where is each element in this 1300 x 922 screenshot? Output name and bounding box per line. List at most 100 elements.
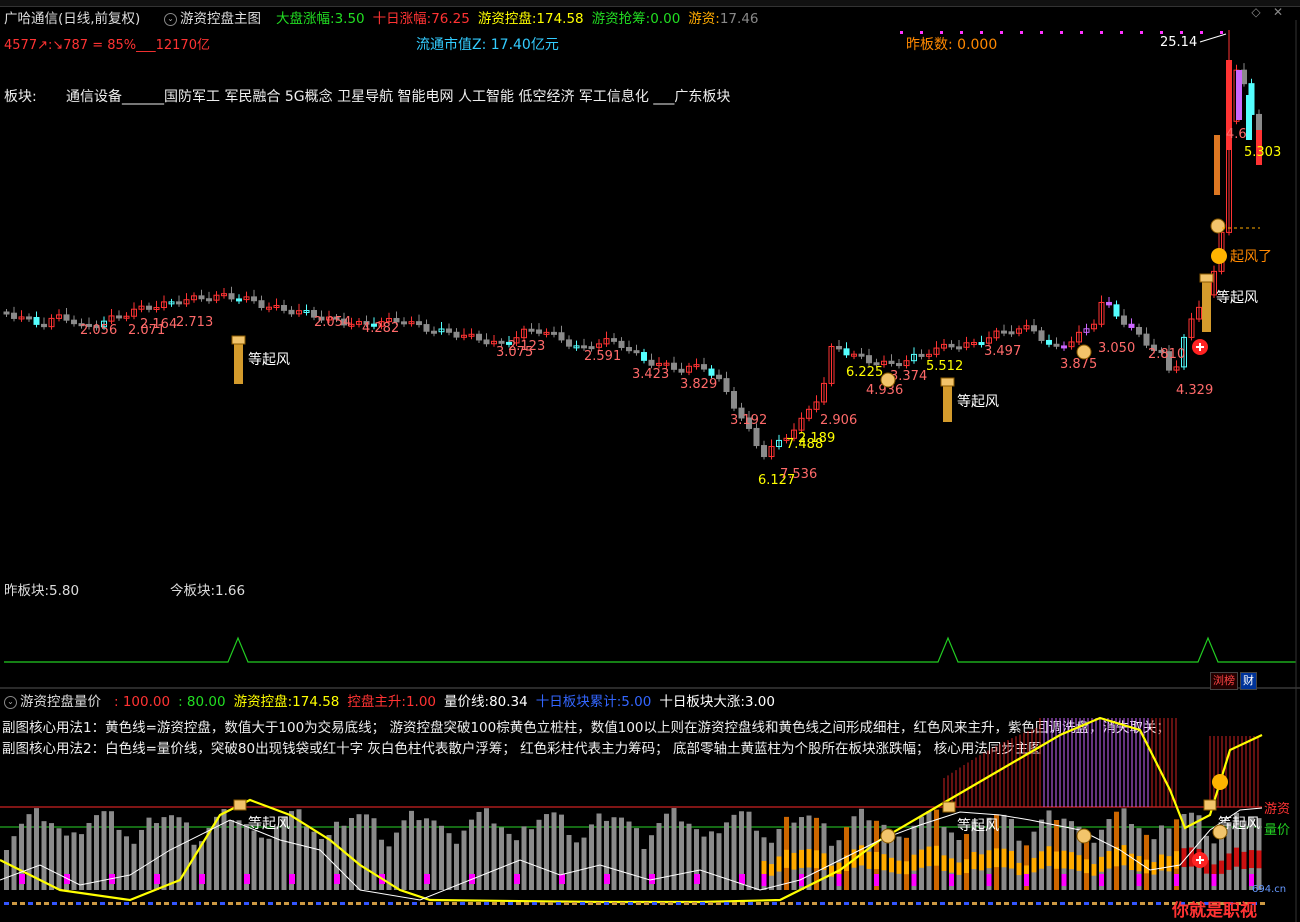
magenta-bar <box>949 874 954 886</box>
main-force-bar <box>1166 856 1172 872</box>
candle-body <box>236 298 242 302</box>
sector-axis-bar <box>20 902 25 905</box>
candle-body <box>626 347 632 352</box>
volume-bar <box>506 833 512 890</box>
sector-axis-bar <box>724 902 729 905</box>
main-force-bar <box>1054 851 1059 869</box>
main-force-bar <box>1001 848 1007 868</box>
volume-bar <box>521 826 527 890</box>
wait-wind-label: 等起风 <box>957 393 999 410</box>
sector-axis-bar <box>996 902 1001 905</box>
volume-bar <box>86 822 92 890</box>
yz-legend: 游资 <box>1264 802 1291 817</box>
sector-axis-bar <box>388 902 393 905</box>
magenta-bar <box>761 874 767 886</box>
candle-body <box>206 298 212 302</box>
finance-badge[interactable]: 财 <box>1240 672 1257 690</box>
magenta-bar <box>604 874 610 884</box>
sector-axis-bar <box>316 902 321 905</box>
volume-bar <box>619 817 624 890</box>
sector-axis-bar <box>260 902 265 905</box>
sector-axis-bar <box>108 902 113 905</box>
sector-axis-bar <box>52 902 57 905</box>
volume-bar <box>221 809 227 890</box>
price-label: 2.056 <box>80 323 117 338</box>
top-dot <box>980 31 983 34</box>
sector-axis-bar <box>532 902 537 905</box>
sector-axis-bar <box>348 902 353 905</box>
spike-candle <box>1246 95 1252 140</box>
sector-axis-bar <box>924 902 929 905</box>
volume-bar <box>431 820 437 890</box>
sector-axis-bar <box>172 902 177 905</box>
candle-body <box>1001 330 1007 334</box>
main-force-bar <box>904 861 909 875</box>
volume-bar <box>229 820 234 890</box>
main-force-bar <box>934 845 939 866</box>
main-force-bar <box>1241 851 1247 870</box>
candle-body <box>858 353 865 357</box>
main-force-bar <box>919 849 924 868</box>
main-force-bar <box>1099 856 1104 872</box>
sector-axis-bar <box>180 902 185 905</box>
main-force-bar <box>799 849 804 868</box>
volume-bar <box>701 836 707 890</box>
volume-bar <box>341 825 347 890</box>
volume-bar <box>574 842 579 890</box>
wait-wind-label: 等起风 <box>248 815 290 832</box>
candle-body <box>948 343 955 348</box>
volume-bar <box>131 843 137 890</box>
price-label: 2.054 <box>314 315 351 330</box>
price-label: 3.192 <box>730 413 767 428</box>
candle-body <box>1113 304 1120 317</box>
volume-bar <box>94 815 99 890</box>
sector-axis-bar <box>836 902 841 905</box>
candle-body <box>558 332 565 341</box>
sector-axis-bar <box>308 902 313 905</box>
top-dot <box>1140 31 1143 34</box>
rank-badge[interactable]: 浏榜 <box>1210 672 1238 690</box>
candle-body <box>1241 69 1247 85</box>
candle-body <box>416 321 422 326</box>
sector-axis-bar <box>668 902 673 905</box>
price-label: 2.810 <box>1148 347 1185 362</box>
candle-body <box>918 353 925 357</box>
candle-body <box>1038 330 1045 341</box>
sector-axis-bar <box>612 902 617 905</box>
volume-bar <box>566 834 572 890</box>
volume-bar <box>581 837 587 890</box>
sector-axis-bar <box>908 902 913 905</box>
price-label: 5.303 <box>1244 145 1281 160</box>
sector-axis-bar <box>412 902 417 905</box>
candle-body <box>483 339 490 345</box>
main-force-bar <box>911 854 917 871</box>
price-label: 4.282 <box>362 321 399 336</box>
candle-body <box>446 328 452 333</box>
sector-axis-bar <box>660 902 665 905</box>
candle-body <box>281 305 287 311</box>
candle-body <box>956 346 962 350</box>
candle-body <box>33 316 40 325</box>
volume-bar <box>716 833 722 890</box>
candle-body <box>641 352 647 361</box>
volume-bar <box>544 814 549 890</box>
main-force-bar <box>949 858 954 873</box>
sector-axis-bar <box>1028 902 1033 905</box>
volume-bar <box>319 838 324 890</box>
volume-bar <box>611 817 617 890</box>
candle-body <box>731 391 737 409</box>
candle-body <box>498 340 505 344</box>
main-force-bar <box>1121 845 1127 866</box>
sub-volume-chart[interactable]: 等起风 等起风 等起风 <box>0 690 1300 922</box>
magenta-bar <box>911 874 917 886</box>
magenta-bar <box>739 874 745 884</box>
top-dot <box>1120 31 1123 34</box>
sector-axis-bar <box>988 902 993 905</box>
flag-icon <box>231 335 246 345</box>
volume-bar <box>124 836 129 890</box>
sector-axis-bar <box>156 902 161 905</box>
price-label: 4.329 <box>1176 383 1213 398</box>
main-force-bar <box>1249 850 1254 869</box>
sector-axis-bar <box>1084 902 1089 905</box>
volume-bar <box>746 811 752 890</box>
